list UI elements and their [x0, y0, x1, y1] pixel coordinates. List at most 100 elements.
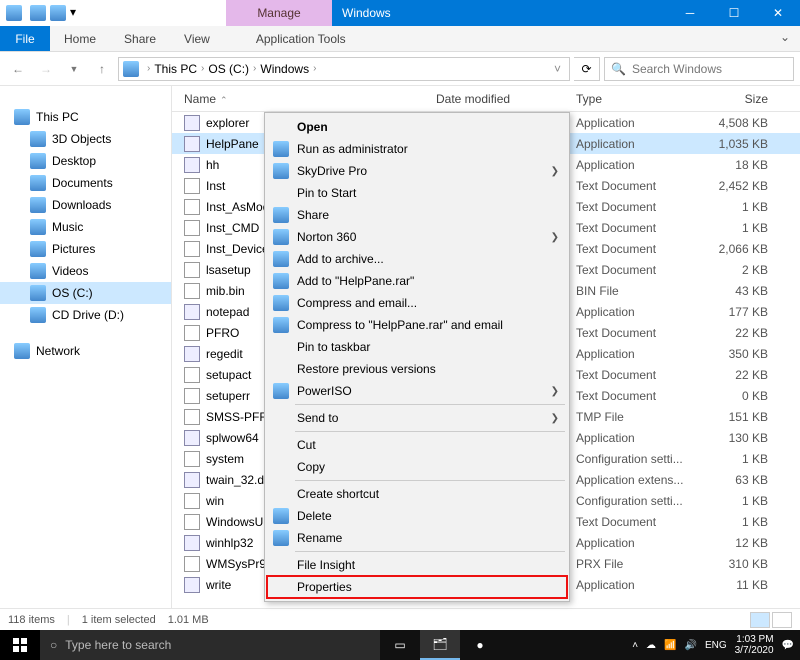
context-menu-item[interactable]: Open	[267, 116, 567, 138]
share-tab[interactable]: Share	[110, 26, 170, 51]
tray-overflow-icon[interactable]: ˄	[632, 640, 638, 651]
refresh-button[interactable]: ⟳	[574, 57, 600, 81]
nav-item[interactable]: This PC	[0, 106, 171, 128]
context-menu-item[interactable]: Run as administrator	[267, 138, 567, 160]
context-menu-item[interactable]: Restore previous versions	[267, 358, 567, 380]
context-menu-item[interactable]: SkyDrive Pro❯	[267, 160, 567, 182]
context-menu-separator	[295, 551, 565, 552]
notifications-button[interactable]: 💬	[782, 640, 794, 651]
tray-network-icon[interactable]: 📶	[664, 640, 676, 651]
file-type: Text Document	[576, 389, 698, 403]
file-icon	[184, 178, 200, 194]
details-view-button[interactable]	[750, 612, 770, 628]
context-menu-item[interactable]: Pin to taskbar	[267, 336, 567, 358]
nav-item[interactable]: Desktop	[0, 150, 171, 172]
address-dropdown-icon[interactable]: ˅	[550, 62, 565, 76]
breadcrumb-segment[interactable]: This PC	[154, 62, 197, 76]
column-size[interactable]: Size	[698, 92, 768, 106]
chevron-right-icon[interactable]: ›	[197, 63, 208, 74]
context-menu-item[interactable]: Send to❯	[267, 407, 567, 429]
context-menu-separator	[295, 431, 565, 432]
home-tab[interactable]: Home	[50, 26, 110, 51]
context-menu-label: Restore previous versions	[297, 362, 436, 376]
taskbar-clock[interactable]: 1:03 PM 3/7/2020	[735, 634, 774, 656]
ribbon-collapse-icon[interactable]: ⌄	[780, 30, 790, 44]
tray-volume-icon[interactable]: 🔊	[684, 640, 696, 651]
taskbar-app-chrome[interactable]: ●	[460, 630, 500, 660]
context-menu-item[interactable]: Share	[267, 204, 567, 226]
context-menu-item[interactable]: Properties	[267, 576, 567, 598]
context-menu-item[interactable]: Create shortcut	[267, 483, 567, 505]
nav-item[interactable]: Music	[0, 216, 171, 238]
nav-item-label: 3D Objects	[52, 132, 111, 146]
close-button[interactable]: ✕	[756, 0, 800, 26]
file-size: 1 KB	[698, 221, 768, 235]
column-date[interactable]: Date modified	[436, 92, 576, 106]
qat-button[interactable]	[50, 5, 66, 21]
file-size: 4,508 KB	[698, 116, 768, 130]
breadcrumb-segment[interactable]: Windows	[260, 62, 309, 76]
ribbon-tabs: File Home Share View Application Tools ⌄	[0, 26, 800, 52]
search-input[interactable]: 🔍 Search Windows	[604, 57, 794, 81]
column-name[interactable]: Name⌃	[184, 92, 436, 106]
up-button[interactable]: ↑	[90, 57, 114, 81]
context-menu-item[interactable]: Copy	[267, 456, 567, 478]
context-menu-item[interactable]: Compress to "HelpPane.rar" and email	[267, 314, 567, 336]
context-menu-item[interactable]: Rename	[267, 527, 567, 549]
qat-dropdown-icon[interactable]: ▾	[70, 5, 86, 21]
column-type[interactable]: Type	[576, 92, 698, 106]
contextual-tab-manage[interactable]: Manage	[226, 0, 332, 26]
qat-button[interactable]	[30, 5, 46, 21]
navigation-pane[interactable]: This PC 3D Objects Desktop DocumentsDownloa…	[0, 86, 172, 612]
file-size: 18 KB	[698, 158, 768, 172]
context-menu-label: Send to	[297, 411, 338, 425]
back-button[interactable]: ←	[6, 57, 30, 81]
context-menu-item[interactable]: Pin to Start	[267, 182, 567, 204]
nav-item[interactable]: 3D Objects	[0, 128, 171, 150]
context-menu-item[interactable]: Cut	[267, 434, 567, 456]
taskbar-app-explorer[interactable]: 🗂	[420, 630, 460, 660]
chevron-right-icon[interactable]: ›	[309, 63, 320, 74]
context-menu-item[interactable]: Delete	[267, 505, 567, 527]
context-menu-label: File Insight	[297, 558, 355, 572]
nav-item[interactable]: Pictures	[0, 238, 171, 260]
title-bar: ▾ Manage Windows ─ ☐ ✕	[0, 0, 800, 26]
nav-item-icon	[30, 263, 46, 279]
nav-item-label: CD Drive (D:)	[52, 308, 124, 322]
application-tools-tab[interactable]: Application Tools	[242, 26, 360, 51]
task-view-button[interactable]: ▭	[380, 630, 420, 660]
column-headers[interactable]: Name⌃ Date modified Type Size	[172, 86, 800, 112]
nav-item-label: Desktop	[52, 154, 96, 168]
taskbar-search[interactable]: ○ Type here to search	[40, 630, 380, 660]
forward-button[interactable]: →	[34, 57, 58, 81]
breadcrumb-segment[interactable]: OS (C:)	[208, 62, 249, 76]
context-menu-item[interactable]: PowerISO❯	[267, 380, 567, 402]
context-menu-item[interactable]: File Insight	[267, 554, 567, 576]
windows-logo-icon	[13, 638, 27, 652]
minimize-button[interactable]: ─	[668, 0, 712, 26]
tray-onedrive-icon[interactable]: ☁	[646, 640, 656, 651]
chevron-right-icon[interactable]: ›	[143, 63, 154, 74]
context-menu-item[interactable]: Norton 360❯	[267, 226, 567, 248]
maximize-button[interactable]: ☐	[712, 0, 756, 26]
view-tab[interactable]: View	[170, 26, 224, 51]
context-menu-item[interactable]: Compress and email...	[267, 292, 567, 314]
nav-item[interactable]: Downloads	[0, 194, 171, 216]
start-button[interactable]	[0, 630, 40, 660]
file-size: 63 KB	[698, 473, 768, 487]
chevron-right-icon[interactable]: ›	[249, 63, 260, 74]
nav-item[interactable]: Network	[0, 340, 171, 362]
recent-locations-button[interactable]: ▼	[62, 57, 86, 81]
context-menu-separator	[295, 480, 565, 481]
breadcrumb[interactable]: › This PC › OS (C:) › Windows › ˅	[118, 57, 570, 81]
context-menu-item[interactable]: Add to archive...	[267, 248, 567, 270]
context-menu-item[interactable]: Add to "HelpPane.rar"	[267, 270, 567, 292]
tray-language[interactable]: ENG	[705, 640, 727, 651]
file-tab[interactable]: File	[0, 26, 50, 51]
nav-item[interactable]: Videos	[0, 260, 171, 282]
context-menu-label: Norton 360	[297, 230, 356, 244]
nav-item[interactable]: CD Drive (D:)	[0, 304, 171, 326]
nav-item[interactable]: OS (C:)	[0, 282, 171, 304]
icons-view-button[interactable]	[772, 612, 792, 628]
nav-item[interactable]: Documents	[0, 172, 171, 194]
